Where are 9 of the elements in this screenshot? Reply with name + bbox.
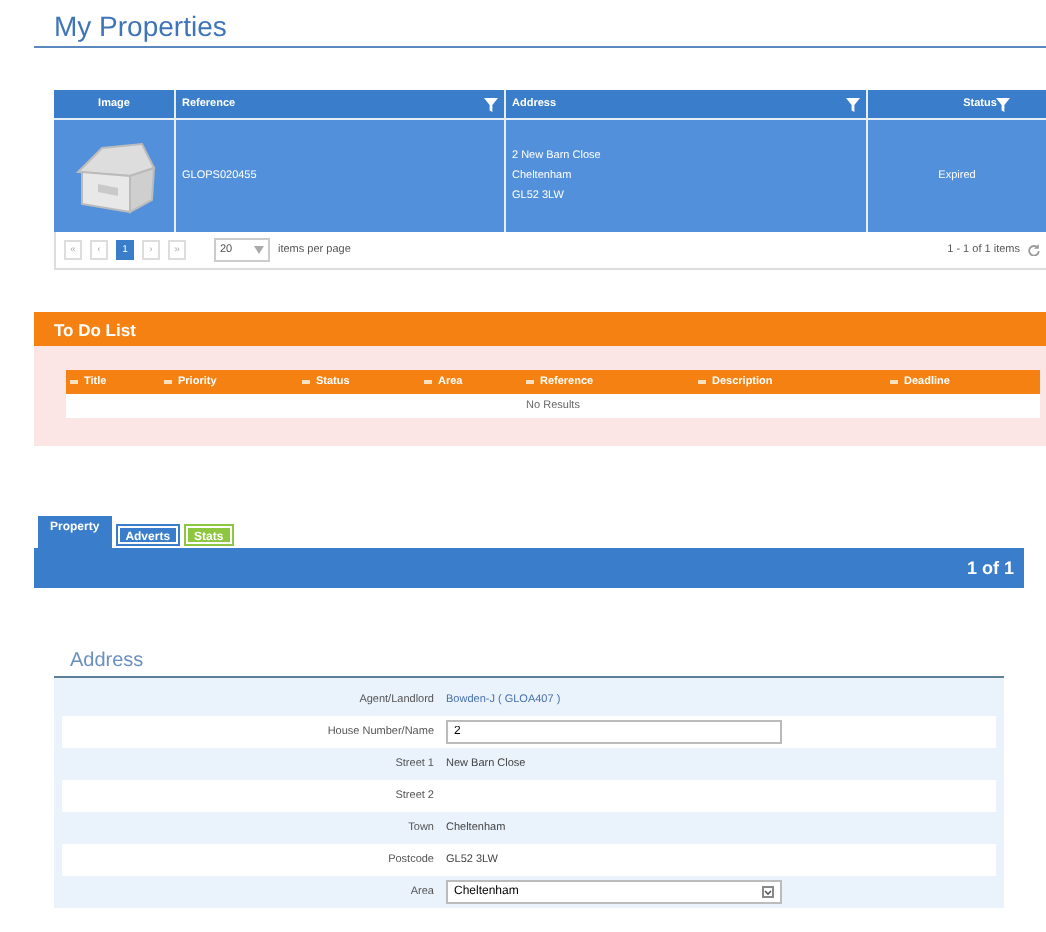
panel-header: To Do List	[34, 312, 1046, 346]
filter-icon[interactable]	[996, 97, 1011, 111]
caret-icon[interactable]	[254, 246, 264, 254]
filter-icon[interactable]	[484, 97, 498, 111]
refresh-icon[interactable]	[1028, 244, 1040, 256]
record-counter: 1 of 1	[966, 558, 1014, 578]
dropdown-icon[interactable]	[762, 886, 774, 898]
filter-icon[interactable]	[846, 97, 860, 111]
page-title: My Properties	[54, 10, 229, 42]
